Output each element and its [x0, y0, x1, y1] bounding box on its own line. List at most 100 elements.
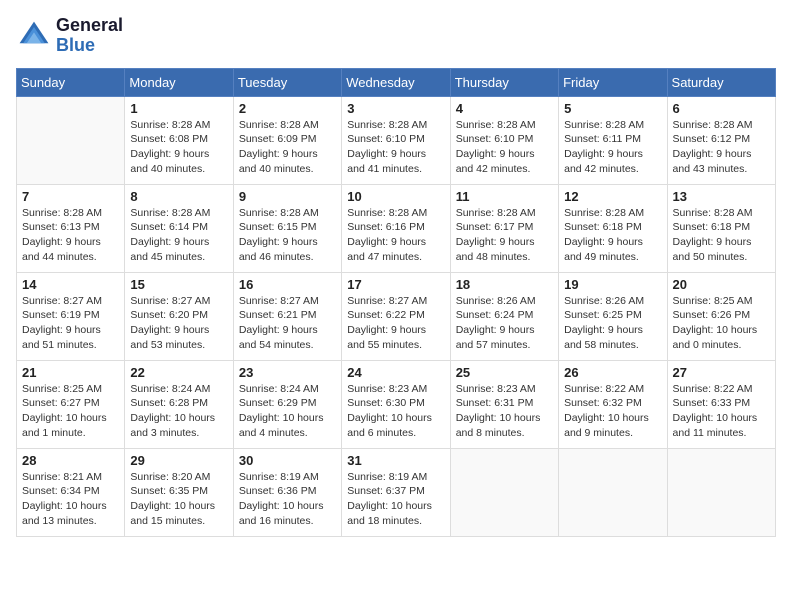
- calendar-cell: 30 Sunrise: 8:19 AMSunset: 6:36 PMDayligh…: [233, 448, 341, 536]
- calendar-cell: 13 Sunrise: 8:28 AMSunset: 6:18 PMDayligh…: [667, 184, 775, 272]
- day-of-week-header: Monday: [125, 68, 233, 96]
- day-number: 14: [22, 277, 119, 292]
- calendar-cell: 14 Sunrise: 8:27 AMSunset: 6:19 PMDayligh…: [17, 272, 125, 360]
- calendar-cell: 12 Sunrise: 8:28 AMSunset: 6:18 PMDayligh…: [559, 184, 667, 272]
- day-number: 4: [456, 101, 553, 116]
- calendar-cell: 23 Sunrise: 8:24 AMSunset: 6:29 PMDayligh…: [233, 360, 341, 448]
- day-info: Sunrise: 8:28 AMSunset: 6:18 PMDaylight:…: [564, 206, 661, 265]
- day-number: 7: [22, 189, 119, 204]
- calendar-cell: 24 Sunrise: 8:23 AMSunset: 6:30 PMDayligh…: [342, 360, 450, 448]
- day-number: 11: [456, 189, 553, 204]
- calendar-cell: 11 Sunrise: 8:28 AMSunset: 6:17 PMDayligh…: [450, 184, 558, 272]
- calendar-cell: 1 Sunrise: 8:28 AMSunset: 6:08 PMDaylight…: [125, 96, 233, 184]
- day-number: 13: [673, 189, 770, 204]
- calendar-cell: 2Sunrise: 8:28 AMSunset: 6:09 PMDaylight…: [233, 96, 341, 184]
- calendar-cell: 9Sunrise: 8:28 AMSunset: 6:15 PMDaylight…: [233, 184, 341, 272]
- day-of-week-header: Thursday: [450, 68, 558, 96]
- calendar-week-row: 21 Sunrise: 8:25 AMSunset: 6:27 PMDayligh…: [17, 360, 776, 448]
- calendar-cell: 21 Sunrise: 8:25 AMSunset: 6:27 PMDayligh…: [17, 360, 125, 448]
- day-of-week-header: Tuesday: [233, 68, 341, 96]
- day-number: 19: [564, 277, 661, 292]
- calendar-cell: 29Sunrise: 8:20 AMSunset: 6:35 PMDayligh…: [125, 448, 233, 536]
- day-info: Sunrise: 8:27 AMSunset: 6:20 PMDaylight:…: [130, 294, 227, 353]
- day-of-week-header: Wednesday: [342, 68, 450, 96]
- day-info: Sunrise: 8:26 AMSunset: 6:25 PMDaylight:…: [564, 294, 661, 353]
- calendar-cell: [667, 448, 775, 536]
- day-number: 3: [347, 101, 444, 116]
- day-of-week-header: Sunday: [17, 68, 125, 96]
- calendar-cell: [450, 448, 558, 536]
- calendar-cell: 5 Sunrise: 8:28 AMSunset: 6:11 PMDaylight…: [559, 96, 667, 184]
- calendar-cell: 10 Sunrise: 8:28 AMSunset: 6:16 PMDayligh…: [342, 184, 450, 272]
- day-info: Sunrise: 8:23 AMSunset: 6:30 PMDaylight:…: [347, 382, 444, 441]
- day-number: 28: [22, 453, 119, 468]
- day-number: 30: [239, 453, 336, 468]
- logo: General Blue: [16, 16, 123, 56]
- day-info: Sunrise: 8:28 AMSunset: 6:10 PMDaylight:…: [347, 118, 444, 177]
- calendar-cell: 17Sunrise: 8:27 AMSunset: 6:22 PMDayligh…: [342, 272, 450, 360]
- calendar-cell: 31Sunrise: 8:19 AMSunset: 6:37 PMDayligh…: [342, 448, 450, 536]
- calendar-week-row: 14 Sunrise: 8:27 AMSunset: 6:19 PMDayligh…: [17, 272, 776, 360]
- day-number: 26: [564, 365, 661, 380]
- calendar-cell: 4 Sunrise: 8:28 AMSunset: 6:10 PMDaylight…: [450, 96, 558, 184]
- calendar-header-row: SundayMondayTuesdayWednesdayThursdayFrid…: [17, 68, 776, 96]
- day-info: Sunrise: 8:27 AMSunset: 6:21 PMDaylight:…: [239, 294, 336, 353]
- calendar-cell: 28 Sunrise: 8:21 AMSunset: 6:34 PMDayligh…: [17, 448, 125, 536]
- day-number: 12: [564, 189, 661, 204]
- calendar-table: SundayMondayTuesdayWednesdayThursdayFrid…: [16, 68, 776, 537]
- day-info: Sunrise: 8:28 AMSunset: 6:18 PMDaylight:…: [673, 206, 770, 265]
- day-number: 23: [239, 365, 336, 380]
- day-info: Sunrise: 8:24 AMSunset: 6:28 PMDaylight:…: [130, 382, 227, 441]
- day-number: 6: [673, 101, 770, 116]
- calendar-cell: [559, 448, 667, 536]
- day-number: 15: [130, 277, 227, 292]
- day-of-week-header: Saturday: [667, 68, 775, 96]
- calendar-cell: 6 Sunrise: 8:28 AMSunset: 6:12 PMDaylight…: [667, 96, 775, 184]
- day-info: Sunrise: 8:28 AMSunset: 6:12 PMDaylight:…: [673, 118, 770, 177]
- day-number: 16: [239, 277, 336, 292]
- calendar-cell: 25 Sunrise: 8:23 AMSunset: 6:31 PMDayligh…: [450, 360, 558, 448]
- day-number: 17: [347, 277, 444, 292]
- day-info: Sunrise: 8:28 AMSunset: 6:16 PMDaylight:…: [347, 206, 444, 265]
- day-info: Sunrise: 8:28 AMSunset: 6:09 PMDaylight:…: [239, 118, 336, 177]
- calendar-cell: 15 Sunrise: 8:27 AMSunset: 6:20 PMDayligh…: [125, 272, 233, 360]
- day-info: Sunrise: 8:22 AMSunset: 6:33 PMDaylight:…: [673, 382, 770, 441]
- day-info: Sunrise: 8:19 AMSunset: 6:36 PMDaylight:…: [239, 470, 336, 529]
- day-number: 9: [239, 189, 336, 204]
- day-info: Sunrise: 8:25 AMSunset: 6:26 PMDaylight:…: [673, 294, 770, 353]
- day-info: Sunrise: 8:28 AMSunset: 6:17 PMDaylight:…: [456, 206, 553, 265]
- day-info: Sunrise: 8:28 AMSunset: 6:10 PMDaylight:…: [456, 118, 553, 177]
- day-number: 10: [347, 189, 444, 204]
- day-number: 27: [673, 365, 770, 380]
- calendar-cell: 3 Sunrise: 8:28 AMSunset: 6:10 PMDaylight…: [342, 96, 450, 184]
- day-of-week-header: Friday: [559, 68, 667, 96]
- calendar-cell: 22 Sunrise: 8:24 AMSunset: 6:28 PMDayligh…: [125, 360, 233, 448]
- day-info: Sunrise: 8:25 AMSunset: 6:27 PMDaylight:…: [22, 382, 119, 441]
- day-info: Sunrise: 8:24 AMSunset: 6:29 PMDaylight:…: [239, 382, 336, 441]
- calendar-cell: 26 Sunrise: 8:22 AMSunset: 6:32 PMDayligh…: [559, 360, 667, 448]
- day-number: 24: [347, 365, 444, 380]
- day-info: Sunrise: 8:26 AMSunset: 6:24 PMDaylight:…: [456, 294, 553, 353]
- page-header: General Blue: [16, 16, 776, 56]
- day-number: 8: [130, 189, 227, 204]
- calendar-cell: 27 Sunrise: 8:22 AMSunset: 6:33 PMDayligh…: [667, 360, 775, 448]
- day-info: Sunrise: 8:27 AMSunset: 6:19 PMDaylight:…: [22, 294, 119, 353]
- calendar-cell: 8 Sunrise: 8:28 AMSunset: 6:14 PMDaylight…: [125, 184, 233, 272]
- day-info: Sunrise: 8:28 AMSunset: 6:11 PMDaylight:…: [564, 118, 661, 177]
- day-info: Sunrise: 8:22 AMSunset: 6:32 PMDaylight:…: [564, 382, 661, 441]
- day-info: Sunrise: 8:28 AMSunset: 6:13 PMDaylight:…: [22, 206, 119, 265]
- calendar-cell: 16 Sunrise: 8:27 AMSunset: 6:21 PMDayligh…: [233, 272, 341, 360]
- day-number: 21: [22, 365, 119, 380]
- calendar-cell: 19 Sunrise: 8:26 AMSunset: 6:25 PMDayligh…: [559, 272, 667, 360]
- day-number: 1: [130, 101, 227, 116]
- day-info: Sunrise: 8:28 AMSunset: 6:08 PMDaylight:…: [130, 118, 227, 177]
- day-number: 22: [130, 365, 227, 380]
- calendar-cell: 20Sunrise: 8:25 AMSunset: 6:26 PMDayligh…: [667, 272, 775, 360]
- calendar-cell: 7 Sunrise: 8:28 AMSunset: 6:13 PMDaylight…: [17, 184, 125, 272]
- day-info: Sunrise: 8:23 AMSunset: 6:31 PMDaylight:…: [456, 382, 553, 441]
- day-number: 25: [456, 365, 553, 380]
- day-info: Sunrise: 8:28 AMSunset: 6:14 PMDaylight:…: [130, 206, 227, 265]
- day-info: Sunrise: 8:21 AMSunset: 6:34 PMDaylight:…: [22, 470, 119, 529]
- day-number: 18: [456, 277, 553, 292]
- day-number: 5: [564, 101, 661, 116]
